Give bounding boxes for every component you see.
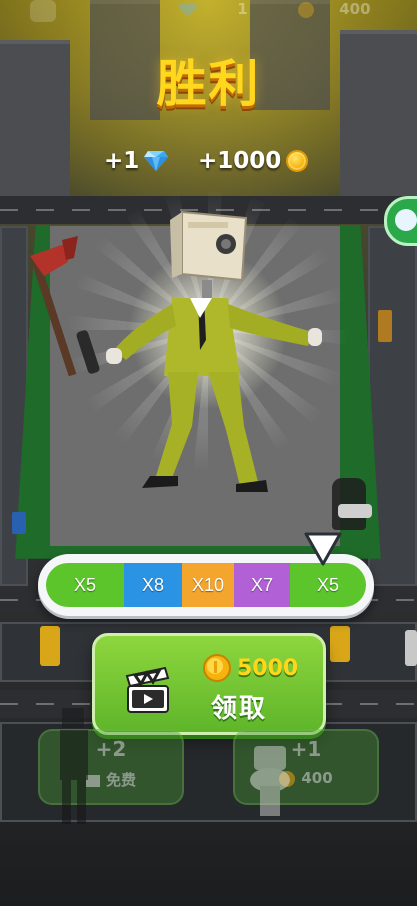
- coin-icon: [298, 1, 314, 18]
- cameraman-figure: [60, 708, 88, 824]
- taxi-car: [330, 626, 350, 662]
- car: [405, 630, 417, 666]
- gem-reward: +1: [104, 148, 169, 174]
- car: [12, 512, 26, 534]
- taxi-car: [40, 626, 60, 666]
- claim-amount: 5000: [203, 654, 298, 682]
- green-suit-body: [106, 298, 322, 492]
- hud-gem-counter: 1: [178, 0, 248, 22]
- car: [378, 310, 392, 342]
- claim-reward-button[interactable]: 5000 领取: [92, 633, 326, 735]
- npc-toilet: [338, 504, 372, 518]
- multiplier-segment: X5: [46, 563, 124, 607]
- gem-icon: [178, 2, 198, 17]
- upgrade-sub-label: 免费: [105, 771, 136, 789]
- coin-icon: [286, 150, 309, 172]
- victory-title: 胜利: [156, 55, 261, 113]
- gem-reward-value: +1: [104, 148, 140, 174]
- video-ad-icon: [125, 666, 170, 713]
- toilet-figure: [250, 746, 290, 816]
- hud-coin-value: 400: [339, 0, 371, 18]
- coin-reward-value: +1000: [198, 148, 282, 174]
- multiplier-segment: X5: [290, 563, 366, 607]
- multiplier-segment: X8: [124, 563, 182, 607]
- upgrade-sub-label: 400: [301, 769, 333, 787]
- multiplier-bar: X5 X8 X10 X7 X5: [46, 563, 366, 607]
- multiplier-segment: X10: [182, 563, 234, 607]
- coin-reward: +1000: [198, 148, 309, 174]
- multiplier-segment: X7: [234, 563, 290, 607]
- hud-coin-counter: 400: [298, 0, 371, 22]
- camera-head-character: [30, 210, 322, 492]
- claim-amount-value: 5000: [237, 655, 299, 681]
- reward-summary: +1 +1000: [0, 148, 417, 178]
- camera-head: [170, 210, 248, 298]
- multiplier-pointer: [304, 532, 342, 566]
- fire-axe: [30, 236, 100, 377]
- hud-gem-value: 1: [237, 0, 248, 18]
- diamond-icon: [144, 151, 169, 171]
- bubble-icon: [395, 209, 417, 231]
- settings-icon[interactable]: [30, 0, 56, 22]
- coin-icon: [203, 654, 231, 682]
- claim-label: 领取: [211, 694, 268, 724]
